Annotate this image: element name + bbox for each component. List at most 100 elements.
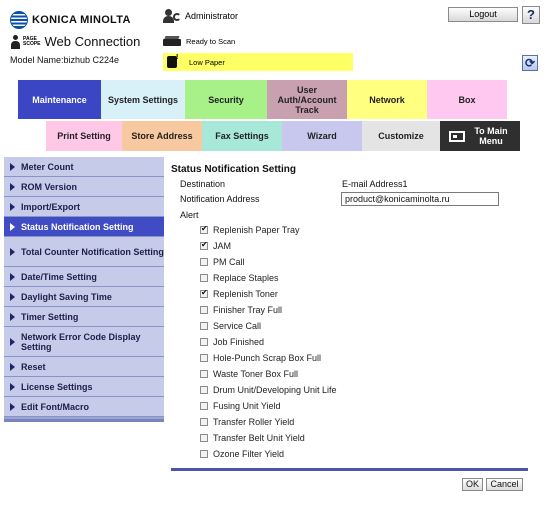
arrow-right-icon (10, 292, 15, 301)
sidebar-item-rom-version[interactable]: ROM Version (4, 177, 164, 197)
tab-system-settings[interactable]: System Settings (101, 80, 185, 119)
sidebar-item-network-error-code-display-setting[interactable]: Network Error Code Display Setting (4, 327, 164, 357)
alert-row[interactable]: Transfer Roller Yield (200, 417, 294, 427)
alert-checkbox[interactable] (200, 450, 208, 458)
pagescope-title: Web Connection (44, 34, 141, 49)
pagescope-person-icon (10, 34, 21, 49)
alert-checkbox[interactable] (200, 322, 208, 330)
arrow-right-icon (10, 382, 15, 391)
toner-warning-icon (167, 54, 183, 69)
alert-row[interactable]: PM Call (200, 257, 245, 267)
paper-status: Low Paper (163, 53, 353, 71)
tab-wizard[interactable]: Wizard (282, 121, 362, 151)
alert-row[interactable]: Hole-Punch Scrap Box Full (200, 353, 321, 363)
sidebar-item-date-time-setting[interactable]: Date/Time Setting (4, 267, 164, 287)
arrow-right-icon (10, 337, 15, 346)
alert-label: Alert (180, 210, 199, 220)
alert-checkbox[interactable] (200, 240, 208, 250)
paper-status-text: Low Paper (189, 57, 225, 67)
alert-checkbox[interactable] (200, 418, 208, 426)
sidebar-item-meter-count[interactable]: Meter Count (4, 157, 164, 177)
scan-status-text: Ready to Scan (186, 36, 236, 46)
help-button[interactable]: ? (522, 6, 540, 24)
alert-checkbox[interactable] (200, 288, 208, 298)
to-main-menu-label: To Main Menu (474, 126, 508, 146)
sidebar-item-import-export[interactable]: Import/Export (4, 197, 164, 217)
arrow-right-icon (10, 182, 15, 191)
destination-label: Destination (180, 179, 226, 189)
scanner-icon (163, 36, 181, 46)
to-main-menu-button[interactable]: To Main Menu (440, 121, 520, 151)
main-tabs: Maintenance System Settings Security Use… (18, 80, 507, 119)
arrow-right-icon (10, 312, 15, 321)
alert-row[interactable]: Service Call (200, 321, 261, 331)
scan-status: Ready to Scan (163, 36, 235, 46)
alert-checkbox[interactable] (200, 354, 208, 362)
refresh-icon[interactable]: ⟳ (522, 55, 538, 71)
arrow-right-icon (10, 362, 15, 371)
arrow-right-icon (10, 222, 15, 231)
tab-print-setting[interactable]: Print Setting (46, 121, 122, 151)
konica-globe-icon (10, 11, 28, 29)
alert-checkbox[interactable] (200, 370, 208, 378)
sidebar-item-timer-setting[interactable]: Timer Setting (4, 307, 164, 327)
sidebar-item-total-counter-notification-setting[interactable]: Total Counter Notification Setting (4, 237, 164, 267)
user-name: Administrator (185, 11, 239, 21)
alert-checkbox[interactable] (200, 306, 208, 314)
alert-checkbox[interactable] (200, 402, 208, 410)
pagescope-logo-line2: SCOPE (23, 40, 41, 47)
model-name: Model Name:bizhub C224e (10, 55, 120, 65)
alert-checkbox[interactable] (200, 224, 208, 234)
tab-security[interactable]: Security (185, 80, 267, 119)
page-title: Status Notification Setting (171, 164, 296, 175)
sidebar-item-daylight-saving-time[interactable]: Daylight Saving Time (4, 287, 164, 307)
tab-store-address[interactable]: Store Address (122, 121, 202, 151)
alert-checkbox[interactable] (200, 338, 208, 346)
administrator-icon (163, 9, 181, 23)
ok-button[interactable]: OK (462, 478, 483, 491)
logout-button[interactable]: Logout (448, 7, 518, 22)
arrow-right-icon (10, 202, 15, 211)
tab-network[interactable]: Network (347, 80, 427, 119)
alert-row[interactable]: Finisher Tray Full (200, 305, 282, 315)
sub-tabs: Print Setting Store Address Fax Settings… (46, 121, 520, 151)
destination-value: E-mail Address1 (342, 179, 408, 189)
alert-row[interactable]: Replace Staples (200, 273, 279, 283)
alert-row[interactable]: Drum Unit/Developing Unit Life (200, 385, 337, 395)
tab-maintenance[interactable]: Maintenance (18, 80, 101, 119)
notification-address-input[interactable] (341, 192, 499, 206)
tab-user-auth-account-track[interactable]: User Auth/Account Track (267, 80, 347, 119)
cancel-button[interactable]: Cancel (486, 478, 523, 491)
sidebar-item-status-notification-setting[interactable]: Status Notification Setting (4, 217, 164, 237)
sidebar-item-reset[interactable]: Reset (4, 357, 164, 377)
alert-row[interactable]: Waste Toner Box Full (200, 369, 298, 379)
tab-customize[interactable]: Customize (362, 121, 440, 151)
alert-checkbox[interactable] (200, 386, 208, 394)
arrow-right-icon (10, 162, 15, 171)
arrow-right-icon (10, 247, 15, 256)
alert-row[interactable]: Transfer Belt Unit Yield (200, 433, 305, 443)
alert-row[interactable]: Fusing Unit Yield (200, 401, 281, 411)
alert-row[interactable]: JAM (200, 240, 231, 251)
arrow-right-icon (10, 272, 15, 281)
alert-row[interactable]: Replenish Toner (200, 288, 278, 299)
alert-checkbox[interactable] (200, 258, 208, 266)
notification-address-label: Notification Address (180, 194, 260, 204)
pagescope-logo: PAGE SCOPE Web Connection (10, 34, 140, 49)
tab-box[interactable]: Box (427, 80, 507, 119)
alert-row[interactable]: Job Finished (200, 337, 264, 347)
arrow-right-icon (10, 402, 15, 411)
brand-name: KONICA MINOLTA (32, 14, 131, 26)
alert-checkbox[interactable] (200, 434, 208, 442)
brand-logo: KONICA MINOLTA (10, 11, 131, 29)
sidebar-item-license-settings[interactable]: License Settings (4, 377, 164, 397)
sidebar-item-edit-font-macro[interactable]: Edit Font/Macro (4, 397, 164, 417)
alert-row[interactable]: Replenish Paper Tray (200, 224, 300, 235)
user-indicator: Administrator (163, 9, 238, 23)
alert-checkbox[interactable] (200, 274, 208, 282)
tab-fax-settings[interactable]: Fax Settings (202, 121, 282, 151)
alert-row[interactable]: Ozone Filter Yield (200, 449, 284, 459)
content-divider (171, 468, 528, 471)
main-menu-icon (449, 130, 465, 142)
sidebar: Meter Count ROM Version Import/Export St… (4, 157, 164, 422)
